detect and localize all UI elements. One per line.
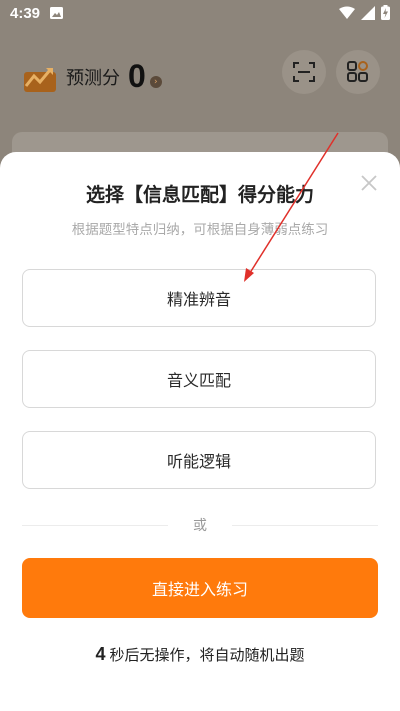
scan-button[interactable] (282, 50, 326, 94)
score-chevron-icon: › (149, 75, 162, 88)
status-time: 4:39 (10, 5, 41, 22)
sheet-subtitle: 根据题型特点归纳，可根据自身薄弱点练习 (71, 222, 329, 238)
option-listening-logic[interactable]: 听能逻辑 (22, 431, 376, 489)
countdown-text: 秒后无操作，将自动随机出题 (109, 646, 305, 664)
close-icon[interactable] (358, 172, 380, 194)
scan-icon (293, 62, 315, 82)
image-notification-icon (50, 7, 63, 19)
auto-countdown: 4 秒后无操作，将自动随机出题 (0, 644, 400, 665)
status-bar: 4:39 (0, 0, 400, 28)
countdown-number: 4 (95, 644, 106, 664)
option-sound-meaning-match[interactable]: 音义匹配 (22, 350, 376, 408)
status-icons (339, 5, 390, 20)
predicted-score[interactable]: 预测分 0 › (22, 58, 162, 95)
divider-right (232, 525, 378, 526)
ability-select-sheet: 选择【信息匹配】得分能力 根据题型特点归纳，可根据自身薄弱点练习 精准辨音 音义… (0, 152, 400, 711)
score-label: 预测分 (66, 67, 120, 89)
chart-growth-icon (24, 67, 56, 92)
direct-practice-button[interactable]: 直接进入练习 (22, 558, 378, 618)
wifi-icon (339, 6, 355, 19)
apps-button[interactable] (336, 50, 380, 94)
option-precise-listening[interactable]: 精准辨音 (22, 269, 376, 327)
battery-charging-icon (381, 5, 390, 20)
score-value: 0 (128, 58, 146, 94)
sheet-title: 选择【信息匹配】得分能力 (85, 184, 314, 206)
signal-icon (361, 5, 375, 20)
apps-grid-icon (347, 61, 368, 82)
